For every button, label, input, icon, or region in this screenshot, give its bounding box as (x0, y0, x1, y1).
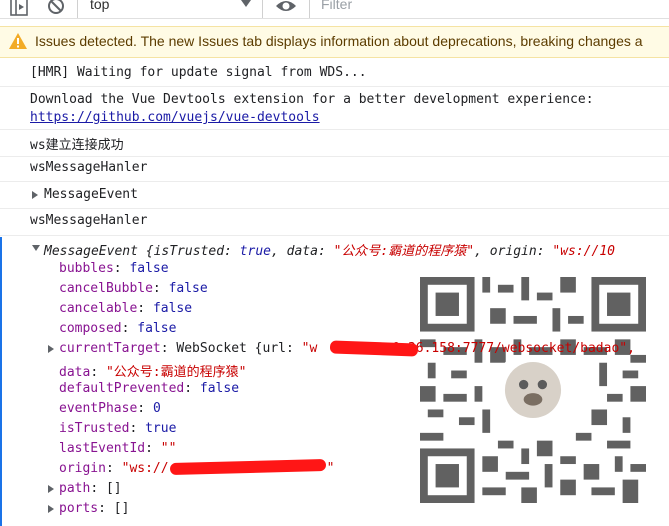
prop-value: false (137, 321, 177, 336)
prop-cancelBubble: cancelBubble: false (59, 281, 208, 296)
expand-triangle-icon[interactable] (32, 191, 38, 199)
prop-defaultPrevented: defaultPrevented: false (59, 381, 240, 396)
eye-icon[interactable] (274, 0, 298, 18)
prop-cancelable: cancelable: false (59, 301, 193, 316)
filter-placeholder: Filter (321, 0, 353, 12)
context-selector[interactable]: top (90, 0, 109, 12)
collapse-triangle-icon[interactable] (32, 245, 40, 251)
prop-key: defaultPrevented (59, 381, 185, 396)
prop-value: false (168, 281, 208, 296)
prop-value: [] (105, 481, 122, 496)
prop-key: cancelable (59, 301, 138, 316)
console-message: Download the Vue Devtools extension for … (0, 87, 669, 130)
console-message: wsMessageHanler (0, 157, 669, 182)
expand-triangle-icon[interactable] (48, 485, 54, 493)
object-preview-value: "公众号:霸道的程序猿" (333, 244, 475, 259)
prop-key: path (59, 481, 91, 496)
prop-value: [] (113, 501, 130, 516)
object-preview-value: "ws://10 (552, 244, 615, 259)
console-message: [HMR] Waiting for update signal from WDS… (0, 62, 669, 87)
prop-key: composed (59, 321, 122, 336)
log-text: MessageEvent (44, 187, 138, 202)
prop-value: "公众号:霸道的程序猿" (105, 365, 247, 380)
toolbar-divider (77, 0, 78, 18)
object-class: MessageEvent (44, 244, 138, 259)
prop-value: false (152, 301, 193, 316)
issues-banner[interactable]: Issues detected. The new Issues tab disp… (0, 26, 669, 58)
prop-path[interactable]: path: [] (59, 481, 122, 496)
object-preview-value: true (239, 244, 271, 259)
prop-value: 0 (152, 401, 161, 416)
prop-key: origin (59, 461, 106, 476)
prop-value: 0.36.158:7777/websocket/badao", (392, 341, 635, 356)
warning-icon (9, 33, 27, 53)
console-message: ws建立连接成功 (0, 130, 669, 157)
toolbar-divider (309, 0, 310, 18)
prop-eventPhase: eventPhase: 0 (59, 401, 161, 416)
prop-key: isTrusted (59, 421, 130, 436)
object-preview-text: , origin: (474, 244, 553, 259)
expand-triangle-icon[interactable] (48, 345, 54, 353)
prop-value: "ws:// (121, 461, 169, 476)
prop-value: "" (160, 441, 177, 456)
prop-value: "w (301, 341, 318, 356)
prop-data: data: "公众号:霸道的程序猿" (59, 365, 247, 380)
log-text: Download the Vue Devtools extension for … (30, 92, 594, 107)
issues-message: Issues detected. The new Issues tab disp… (35, 33, 643, 49)
devtools-link[interactable]: https://github.com/vuejs/vue-devtools (30, 110, 320, 125)
log-text: ws建立连接成功 (30, 138, 124, 153)
console-message[interactable]: MessageEvent (0, 182, 669, 209)
prop-value: " (326, 461, 335, 476)
prop-lastEventId: lastEventId: "" (59, 441, 177, 456)
prop-value: false (129, 261, 169, 276)
prop-key: lastEventId (59, 441, 146, 456)
prop-type: WebSocket {url: (176, 341, 302, 356)
log-text: wsMessageHanler (30, 213, 148, 228)
qr-code-watermark (420, 277, 646, 503)
console-message: wsMessageHanler (0, 209, 669, 236)
object-preview-text: {isTrusted: (137, 244, 240, 259)
prop-value: true (145, 421, 177, 436)
toolbar-divider (262, 0, 263, 18)
prop-key: currentTarget (59, 341, 161, 356)
prop-composed: composed: false (59, 321, 177, 336)
prop-key: bubbles (59, 261, 114, 276)
object-preview-text: , data: (270, 244, 334, 259)
prop-ports[interactable]: ports: [] (59, 501, 129, 516)
log-text: wsMessageHanler (30, 160, 148, 175)
prop-key: cancelBubble (59, 281, 153, 296)
expand-triangle-icon[interactable] (48, 505, 54, 513)
prop-key: ports (59, 501, 99, 516)
console-toolbar: top Filter (0, 0, 669, 19)
filter-input[interactable]: Filter (318, 0, 669, 16)
object-preview[interactable]: MessageEvent {isTrusted: true, data: "公众… (44, 240, 615, 259)
chevron-down-icon[interactable] (240, 0, 252, 13)
sidebar-toggle-icon[interactable] (9, 0, 29, 18)
prop-value: false (199, 381, 240, 396)
prop-isTrusted: isTrusted: true (59, 421, 177, 436)
prop-key: data (59, 365, 91, 380)
prop-key: eventPhase (59, 401, 138, 416)
clear-console-icon[interactable] (46, 0, 66, 18)
prop-bubbles: bubbles: false (59, 261, 169, 276)
log-text: [HMR] Waiting for update signal from WDS… (30, 65, 367, 80)
